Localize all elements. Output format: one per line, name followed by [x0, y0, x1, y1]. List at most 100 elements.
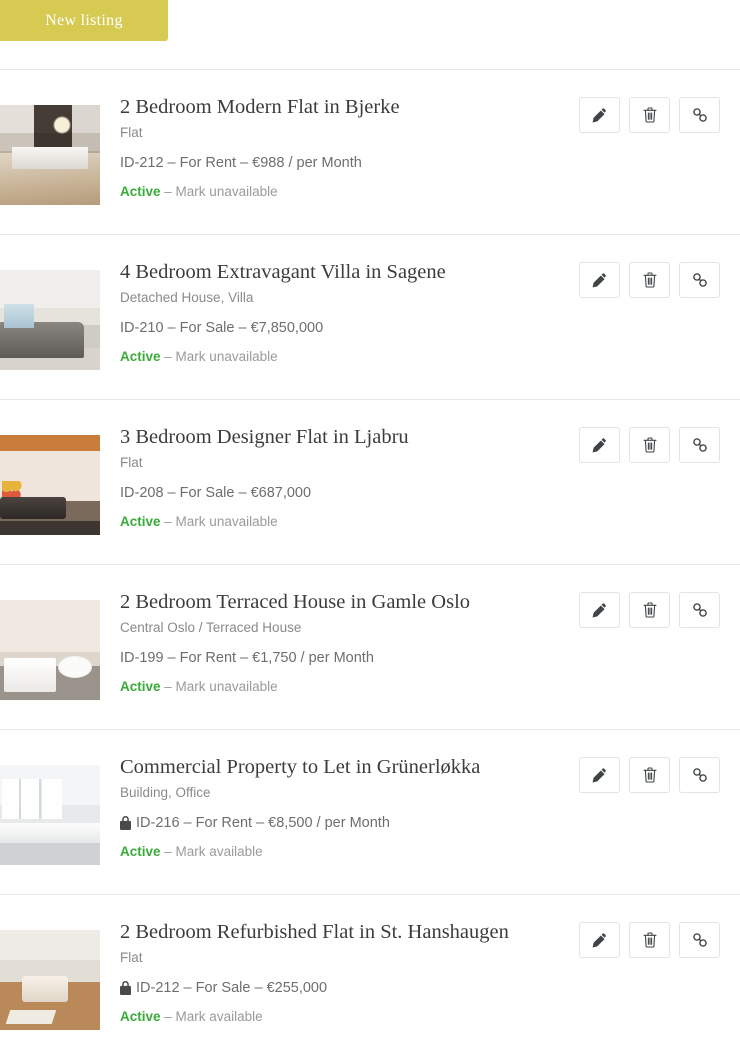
status-toggle-link[interactable]: – Mark unavailable [164, 349, 277, 364]
pencil-icon [592, 107, 607, 123]
listing-thumbnail[interactable] [0, 930, 100, 1030]
edit-listing-button[interactable] [579, 427, 620, 463]
listing-meta: ID-212 – For Sale – €255,000 [120, 978, 580, 998]
copy-link-button[interactable] [679, 922, 720, 958]
status-badge: Active [120, 514, 161, 529]
listing-meta-text: ID-208 – For Sale – €687,000 [120, 485, 312, 501]
status-badge: Active [120, 349, 161, 364]
listing-title[interactable]: 4 Bedroom Extravagant Villa in Sagene [120, 259, 580, 285]
listing-row: Commercial Property to Let in Grünerløkk… [0, 730, 740, 895]
listing-thumbnail[interactable] [0, 600, 100, 700]
listings-page: New listing 2 Bedroom Modern Flat in Bje… [0, 0, 740, 1055]
listing-meta-text: ID-212 – For Rent – €988 / per Month [120, 155, 362, 171]
listing-status: Active – Mark unavailable [120, 512, 580, 532]
lock-icon [120, 816, 131, 830]
status-badge: Active [120, 679, 161, 694]
edit-listing-button[interactable] [579, 592, 620, 628]
chain-link-icon [692, 107, 708, 123]
listing-row: 2 Bedroom Modern Flat in Bjerke Flat ID-… [0, 70, 740, 235]
edit-listing-button[interactable] [579, 97, 620, 133]
trash-icon [642, 932, 657, 948]
listing-meta-text: ID-216 – For Rent – €8,500 / per Month [136, 815, 390, 831]
listing-status: Active – Mark available [120, 842, 580, 862]
listing-row: 2 Bedroom Terraced House in Gamle Oslo C… [0, 565, 740, 730]
delete-listing-button[interactable] [629, 262, 670, 298]
listing-property-type: Building, Office [120, 785, 211, 800]
listing-title[interactable]: 3 Bedroom Designer Flat in Ljabru [120, 424, 580, 450]
listing-info: Commercial Property to Let in Grünerløkk… [120, 754, 580, 862]
listing-meta: ID-212 – For Rent – €988 / per Month [120, 153, 580, 173]
listing-actions [579, 757, 720, 793]
pencil-icon [592, 602, 607, 618]
listing-meta: ID-216 – For Rent – €8,500 / per Month [120, 813, 580, 833]
listing-title[interactable]: 2 Bedroom Terraced House in Gamle Oslo [120, 589, 580, 615]
listing-actions [579, 262, 720, 298]
listing-actions [579, 427, 720, 463]
trash-icon [642, 602, 657, 618]
listing-meta: ID-208 – For Sale – €687,000 [120, 483, 580, 503]
trash-icon [642, 107, 657, 123]
copy-link-button[interactable] [679, 97, 720, 133]
listing-property-type: Flat [120, 950, 143, 965]
listing-row: 4 Bedroom Extravagant Villa in Sagene De… [0, 235, 740, 400]
status-badge: Active [120, 184, 161, 199]
listing-thumbnail[interactable] [0, 105, 100, 205]
listing-thumbnail[interactable] [0, 435, 100, 535]
listing-property-type: Central Oslo / Terraced House [120, 620, 302, 635]
chain-link-icon [692, 437, 708, 453]
listing-title[interactable]: 2 Bedroom Refurbished Flat in St. Hansha… [120, 919, 580, 945]
edit-listing-button[interactable] [579, 922, 620, 958]
listing-info: 4 Bedroom Extravagant Villa in Sagene De… [120, 259, 580, 367]
edit-listing-button[interactable] [579, 262, 620, 298]
listing-thumbnail[interactable] [0, 765, 100, 865]
listing-property-type: Flat [120, 125, 143, 140]
status-badge: Active [120, 1009, 161, 1024]
delete-listing-button[interactable] [629, 592, 670, 628]
listing-row: 3 Bedroom Designer Flat in Ljabru Flat I… [0, 400, 740, 565]
chain-link-icon [692, 602, 708, 618]
chain-link-icon [692, 767, 708, 783]
listing-actions [579, 97, 720, 133]
listing-thumbnail[interactable] [0, 270, 100, 370]
trash-icon [642, 767, 657, 783]
listing-meta: ID-199 – For Rent – €1,750 / per Month [120, 648, 580, 668]
delete-listing-button[interactable] [629, 427, 670, 463]
listings-list: 2 Bedroom Modern Flat in Bjerke Flat ID-… [0, 70, 740, 1055]
pencil-icon [592, 767, 607, 783]
listing-title[interactable]: 2 Bedroom Modern Flat in Bjerke [120, 94, 580, 120]
listing-actions [579, 922, 720, 958]
listing-title[interactable]: Commercial Property to Let in Grünerløkk… [120, 754, 580, 780]
delete-listing-button[interactable] [629, 757, 670, 793]
chain-link-icon [692, 932, 708, 948]
status-toggle-link[interactable]: – Mark available [164, 844, 262, 859]
copy-link-button[interactable] [679, 427, 720, 463]
listing-actions [579, 592, 720, 628]
listing-row: 2 Bedroom Refurbished Flat in St. Hansha… [0, 895, 740, 1055]
new-listing-button[interactable]: New listing [0, 0, 168, 41]
status-toggle-link[interactable]: – Mark available [164, 1009, 262, 1024]
lock-icon [120, 981, 131, 995]
edit-listing-button[interactable] [579, 757, 620, 793]
status-toggle-link[interactable]: – Mark unavailable [164, 184, 277, 199]
listing-info: 2 Bedroom Terraced House in Gamle Oslo C… [120, 589, 580, 697]
listing-info: 2 Bedroom Refurbished Flat in St. Hansha… [120, 919, 580, 1027]
status-toggle-link[interactable]: – Mark unavailable [164, 679, 277, 694]
copy-link-button[interactable] [679, 592, 720, 628]
copy-link-button[interactable] [679, 757, 720, 793]
pencil-icon [592, 272, 607, 288]
copy-link-button[interactable] [679, 262, 720, 298]
listing-status: Active – Mark unavailable [120, 182, 580, 202]
chain-link-icon [692, 272, 708, 288]
listing-info: 2 Bedroom Modern Flat in Bjerke Flat ID-… [120, 94, 580, 202]
listing-property-type: Flat [120, 455, 143, 470]
listing-meta-text: ID-210 – For Sale – €7,850,000 [120, 320, 324, 336]
delete-listing-button[interactable] [629, 97, 670, 133]
delete-listing-button[interactable] [629, 922, 670, 958]
trash-icon [642, 272, 657, 288]
trash-icon [642, 437, 657, 453]
listing-info: 3 Bedroom Designer Flat in Ljabru Flat I… [120, 424, 580, 532]
listing-status: Active – Mark available [120, 1007, 580, 1027]
page-toolbar: New listing [0, 0, 740, 70]
listing-meta-text: ID-199 – For Rent – €1,750 / per Month [120, 650, 374, 666]
status-toggle-link[interactable]: – Mark unavailable [164, 514, 277, 529]
